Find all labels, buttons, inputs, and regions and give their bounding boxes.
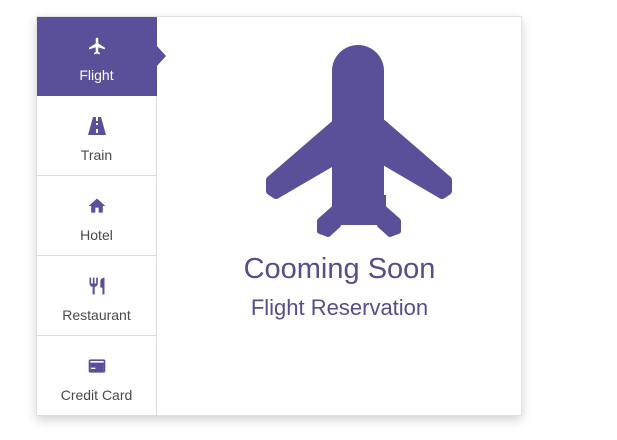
airplane-icon: [266, 45, 452, 237]
tab-content-panel: Cooming Soon Flight Reservation: [158, 17, 521, 415]
tab-train[interactable]: Train: [37, 97, 157, 176]
coming-soon-title: Cooming Soon: [243, 253, 436, 285]
train-track-icon: [87, 116, 107, 136]
tab-list: Flight Train Hotel Restaurant Credit Car…: [37, 17, 166, 416]
tab-credit-card[interactable]: Credit Card: [37, 337, 157, 416]
credit-card-icon: [87, 356, 107, 376]
tab-label: Train: [80, 147, 113, 163]
tab-label: Hotel: [80, 227, 113, 243]
tab-restaurant[interactable]: Restaurant: [37, 257, 157, 336]
tab-hotel[interactable]: Hotel: [37, 177, 157, 256]
reservation-subtitle: Flight Reservation: [250, 295, 429, 320]
tab-label: Flight: [79, 67, 114, 83]
booking-card: Flight Train Hotel Restaurant Credit Car…: [36, 16, 522, 416]
fork-knife-icon: [87, 276, 107, 296]
airplane-icon: [87, 36, 107, 56]
tab-label: Credit Card: [60, 387, 133, 403]
tab-flight[interactable]: Flight: [37, 17, 166, 96]
tab-label: Restaurant: [62, 307, 131, 323]
home-icon: [87, 196, 107, 216]
